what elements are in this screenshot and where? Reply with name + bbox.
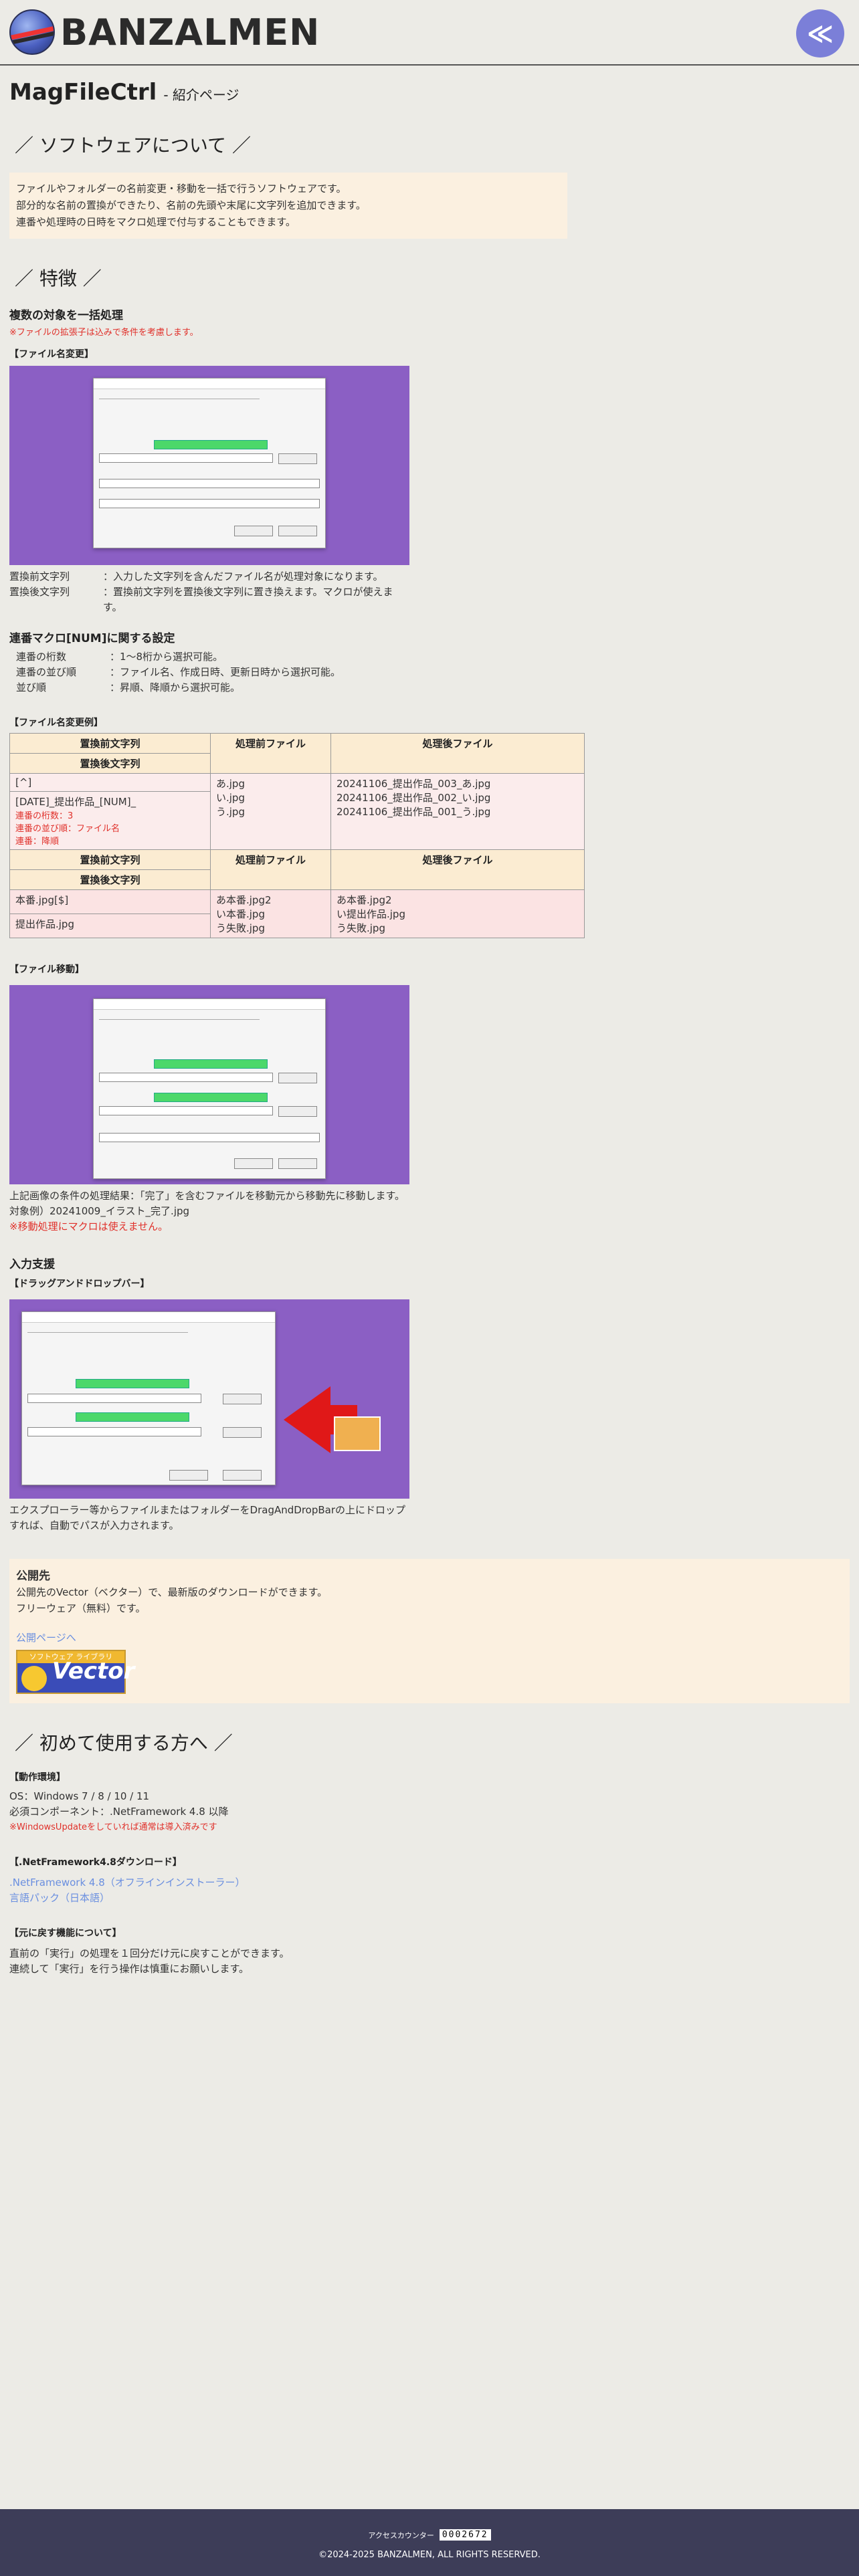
cell-post: あ本番.jpg2 い提出作品.jpg う失敗.jpg (330, 889, 585, 938)
dnd-desc: エクスプローラー等からファイルまたはフォルダーをDragAndDropBarの上… (9, 1504, 406, 1531)
about-line: 部分的な名前の置換ができたり、名前の先頭や末尾に文字列を追加できます。 (16, 199, 366, 211)
app-window-image (93, 378, 326, 548)
desc-line: 対象例）20241009_イラスト_完了.jpg (9, 1205, 190, 1217)
undo-label: 【元に戻す機能について】 (9, 1928, 122, 1939)
desc-value: ：ファイル名、作成日時、更新日時から選択可能。 (110, 666, 341, 678)
input-title: 入力支援 (9, 1258, 55, 1271)
desc-key: 置換後文字列 (9, 586, 70, 598)
dnd-screenshot (9, 1299, 409, 1499)
cat-icon (21, 1666, 47, 1691)
th-after: 置換後文字列 (9, 753, 211, 774)
about-box: ファイルやフォルダーの名前変更・移動を一括で行うソフトウェアです。 部分的な名前… (9, 173, 567, 239)
dnd-label: 【ドラッグアンドドロップバー】 (9, 1279, 150, 1289)
th-before: 置換前文字列 (9, 849, 211, 870)
app-name: MagFileCtrl (9, 79, 157, 106)
cell: [DATE]_提出作品_[NUM]_ 連番の桁数：3 連番の並び順：ファイル名 連番：… (9, 791, 211, 850)
cell: [^] (9, 773, 211, 792)
move-screenshot (9, 985, 409, 1184)
copyright: ©2024-2025 BANZALMEN, ALL RIGHTS RESERVE… (318, 2550, 541, 2560)
rename-desc: 置換前文字列 ：入力した文字列を含んだファイル名が処理対象になります。 置換後文字… (9, 569, 850, 615)
rename-screenshot (9, 366, 409, 565)
about-line: 連番や処理時の日時をマクロ処理で付与することもできます。 (16, 216, 296, 228)
th-post: 処理後ファイル (330, 733, 585, 774)
th-pre: 処理前ファイル (210, 733, 331, 774)
counter-digits: 0002672 (439, 2529, 491, 2541)
site-logo[interactable]: BANZALMEN (9, 9, 320, 55)
move-label: 【ファイル移動】 (9, 964, 84, 975)
intro-heading: ／ 初めて使用する方へ ／ (15, 1732, 233, 1754)
example-label: 【ファイル名変更例】 (9, 718, 103, 728)
publish-line: フリーウェア（無料）です。 (16, 1602, 146, 1614)
main-content: MagFileCtrl - 紹介ページ ／ ソフトウェアについて ／ ファイルや… (0, 79, 859, 1533)
site-footer: アクセスカウンター 0002672 ©2024-2025 BANZALMEN, … (0, 2509, 859, 2576)
th-after: 置換後文字列 (9, 869, 211, 890)
desc-value: ：1～8桁から選択可能。 (110, 651, 223, 663)
desc-value: ：入力した文字列を含んだファイル名が処理対象になります。 (103, 570, 383, 582)
publish-box: 公開先 公開先のVector（ベクター）で、最新版のダウンロードができます。 フ… (9, 1559, 850, 1703)
vector-badge[interactable]: ソフトウェア ライブラリ Vector (16, 1650, 134, 1694)
folder-icon (334, 1416, 381, 1451)
desc-line: 上記画像の条件の処理結果：「完了」を含むファイルを移動元から移動先に移動します。 (9, 1190, 405, 1202)
macro-desc: 連番の桁数 ：1～8桁から選択可能。 連番の並び順 ：ファイル名、作成日時、更新日時… (16, 649, 850, 695)
counter-label: アクセスカウンター (368, 2531, 434, 2540)
env-desc: OS：Windows 7 / 8 / 10 / 11 必須コンポーネント：.Ne… (9, 1789, 850, 1835)
cell-pre: あ本番.jpg2 い本番.jpg う失敗.jpg (210, 889, 331, 938)
globe-logo-icon (9, 9, 55, 55)
dl-links: .NetFramework 4.8（オフラインインストーラー） 言語パック（日本… (9, 1875, 850, 1906)
rename-label: 【ファイル名変更】 (9, 349, 94, 360)
app-window-image (93, 998, 326, 1179)
access-counter: アクセスカウンター 0002672 (0, 2529, 859, 2541)
rename-example-table: 置換前文字列 処理前ファイル 処理後ファイル 置換後文字列 [^] あ.jpg い.j… (9, 733, 585, 938)
desc-value: ：昇順、降順から選択可能。 (110, 681, 241, 693)
desc-key: 置換前文字列 (9, 570, 70, 582)
desc-value: ：置換前文字列を置換後文字列に置き換えます。マクロが使えます。 (103, 586, 393, 613)
badge-text: Vector (52, 1658, 135, 1685)
req-text: 必須コンポーネント：.NetFramework 4.8 以降 (9, 1806, 229, 1818)
desc-key: 連番の桁数 (16, 651, 67, 663)
app-window-image (21, 1311, 276, 1485)
move-desc: 上記画像の条件の処理結果：「完了」を含むファイルを移動元から移動先に移動します。… (9, 1188, 411, 1235)
os-text: OS：Windows 7 / 8 / 10 / 11 (9, 1790, 150, 1802)
site-header: BANZALMEN ≪ (0, 0, 859, 66)
th-before: 置換前文字列 (9, 733, 211, 754)
page-title: MagFileCtrl - 紹介ページ (9, 79, 850, 106)
cell: 提出作品.jpg (9, 914, 211, 938)
req-note: ※WindowsUpdateをしていれば通常は導入済みです (9, 1822, 217, 1832)
arrow-icon (284, 1386, 330, 1453)
menu-button[interactable]: ≪ (796, 9, 844, 58)
publish-title: 公開先 (16, 1570, 50, 1583)
move-note: ※移動処理にマクロは使えません。 (9, 1220, 169, 1232)
th-pre: 処理前ファイル (210, 849, 331, 890)
dl-link-offline[interactable]: .NetFramework 4.8（オフラインインストーラー） (9, 1875, 850, 1891)
desc-key: 連番の並び順 (16, 666, 77, 678)
undo-desc: 直前の「実行」の処理を１回分だけ元に戻すことができます。 連続して「実行」を行う… (9, 1946, 850, 1977)
cell-post: 20241106_提出作品_003_あ.jpg 20241106_提出作品_002… (330, 773, 585, 850)
batch-title: 複数の対象を一括処理 (9, 309, 123, 322)
th-post: 処理後ファイル (330, 849, 585, 890)
publish-line: 公開先のVector（ベクター）で、最新版のダウンロードができます。 (16, 1586, 328, 1598)
about-heading: ／ ソフトウェアについて ／ (15, 134, 251, 156)
cell: 本番.jpg[$] (9, 889, 211, 914)
env-label: 【動作環境】 (9, 1772, 66, 1783)
features-heading: ／ 特徴 ／ (15, 267, 102, 290)
publish-link[interactable]: 公開ページへ (16, 1630, 843, 1646)
desc-key: 並び順 (16, 681, 47, 693)
undo-line: 連続して「実行」を行う操作は慎重にお願いします。 (9, 1963, 250, 1975)
macro-title: 連番マクロ[NUM]に関する設定 (9, 632, 175, 645)
about-line: ファイルやフォルダーの名前変更・移動を一括で行うソフトウェアです。 (16, 183, 347, 195)
brand-name: BANZALMEN (60, 11, 320, 53)
page-subtitle: - 紹介ページ (163, 87, 240, 103)
batch-note: ※ファイルの拡張子は込みで条件を考慮します。 (9, 328, 199, 338)
intro-section: ／ 初めて使用する方へ ／ 【動作環境】 OS：Windows 7 / 8 / … (0, 1729, 859, 1977)
dl-link-langpack[interactable]: 言語パック（日本語） (9, 1891, 850, 1906)
cell-pre: あ.jpg い.jpg う.jpg (210, 773, 331, 850)
undo-line: 直前の「実行」の処理を１回分だけ元に戻すことができます。 (9, 1947, 290, 1959)
dl-label: 【.NetFramework4.8ダウンロード】 (9, 1857, 182, 1868)
